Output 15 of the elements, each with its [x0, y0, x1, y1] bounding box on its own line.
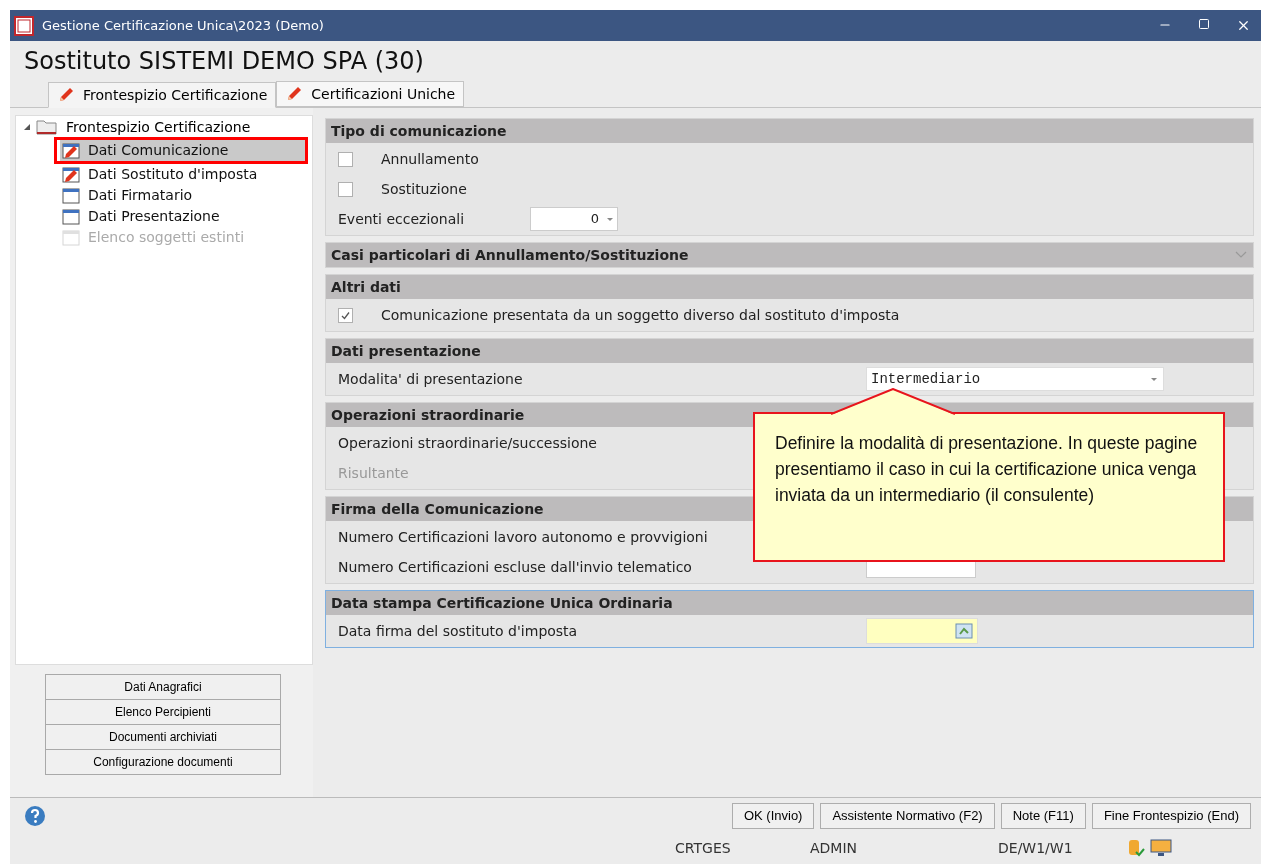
- field-label: Operazioni straordinarie/successione: [338, 433, 597, 453]
- checkbox-label: Sostituzione: [381, 179, 467, 199]
- checkbox-label: Comunicazione presentata da un soggetto diverso dal sostituto d'imposta: [381, 305, 900, 325]
- field-label: Eventi eccezionali: [338, 209, 466, 229]
- page-heading: Sostituto SISTEMI DEMO SPA (30): [24, 46, 424, 77]
- field-label: Numero Certificazioni lavoro autonomo e provvigioni: [338, 527, 708, 547]
- field-label: Modalita' di presentazione: [338, 369, 524, 389]
- field-label: Numero Certificazioni escluse dall'invio telematico: [338, 558, 692, 575]
- checkbox-label: Annullamento: [381, 149, 479, 169]
- field-label: Data firma del sostituto d'imposta: [338, 621, 579, 641]
- status-text: DE/W1/W1: [998, 838, 1074, 858]
- window-title: Gestione Certificazione Unica\2023 (Demo): [42, 16, 324, 35]
- field-label: Risultante: [338, 463, 409, 483]
- status-text: CRTGES: [675, 838, 732, 858]
- status-text: ADMIN: [810, 838, 859, 858]
